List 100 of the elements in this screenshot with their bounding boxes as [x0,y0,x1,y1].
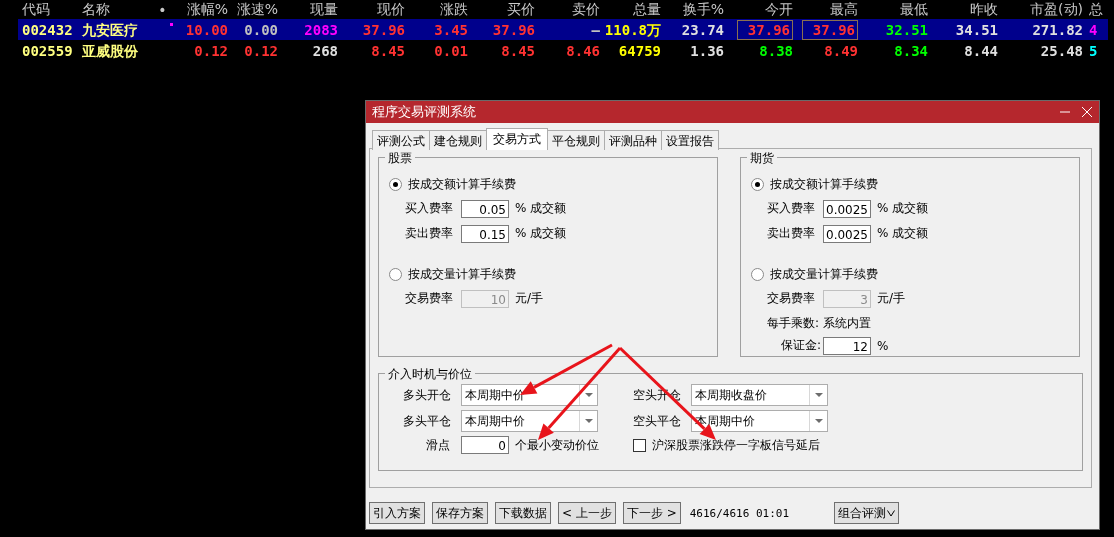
option-label: 按成交量计算手续费 [770,265,878,283]
table-cell: 1.36 [690,42,724,59]
table-cell: 271.82 [1032,21,1083,38]
table-cell: 8.34 [894,42,928,59]
column-header: 总量 [632,0,662,19]
column-header: 市盈(动) [1029,0,1084,19]
field-label: 多头开仓 [403,386,452,404]
tab[interactable]: 评测品种 [604,130,662,150]
tab[interactable]: 平仓规则 [547,130,605,150]
table-cell: 37.96 [492,21,535,38]
column-header: 最低 [899,0,929,19]
table-cell: — [591,21,600,38]
table-cell: 0.01 [434,42,468,59]
checkbox-label: 沪深股票涨跌停一字板信号延后 [652,436,820,454]
column-header: 换手% [681,0,725,19]
unit-label: % 成交额 [515,200,567,217]
table-cell: 002559 [22,42,73,59]
table-cell: 10.00 [185,21,228,38]
table-cell: 34.51 [955,21,998,38]
input-field: 10 [461,289,509,308]
column-header: 代码 [21,0,51,19]
table-cell: 8.45 [371,42,405,59]
column-header: 现量 [309,0,339,19]
input-field[interactable]: 0.0025 [823,224,871,243]
status-text: 4616/4616 01:01 [689,506,790,520]
window-title: 程序交易评测系统 [372,103,476,121]
field-label: 多头平仓 [403,412,452,430]
group-label: 期货 [747,150,777,167]
table-cell: 0.12 [244,42,278,59]
table-cell: 268 [312,42,338,59]
unit-label: % 成交额 [877,200,929,217]
column-header: 涨幅% [185,0,229,19]
unit-label: 元/手 [515,290,544,307]
tab[interactable]: 建仓规则 [429,130,487,150]
table-cell: 5 [1089,42,1098,59]
table-cell: 37.96 [747,21,790,38]
input-field[interactable]: 0 [461,436,509,454]
column-header: 买价 [506,0,536,19]
input-field: 3 [823,289,871,308]
field-label: 交易费率 [405,290,454,307]
column-header: 名称 [81,0,111,19]
dropdown[interactable]: 本周期中价 [461,410,598,432]
table-cell: 37.96 [362,21,405,38]
input-field[interactable]: 0.0025 [823,199,871,218]
button[interactable]: 下载数据 [495,502,551,524]
column-header: • [157,1,168,18]
table-cell: 23.74 [681,21,724,38]
dropdown[interactable]: 本周期收盘价 [691,384,828,406]
table-cell: 64759 [618,42,661,59]
input-field[interactable]: 0.15 [461,224,509,243]
field-label: 保证金: [781,337,823,354]
button[interactable]: 保存方案 [432,502,488,524]
table-cell: 0.00 [244,21,278,38]
unit-label: 个最小变动价位 [515,436,599,454]
field-label: 卖出费率 [767,225,816,242]
table-cell: 110.8万 [604,21,661,38]
option-label: 按成交额计算手续费 [408,175,516,193]
input-field[interactable]: 0.05 [461,199,509,218]
column-header: 昨收 [969,0,999,19]
table-cell: 8.45 [501,42,535,59]
unit-label: 元/手 [877,290,906,307]
column-header: 现价 [376,0,406,19]
option-label: 按成交量计算手续费 [408,265,516,283]
column-header: 最高 [829,0,859,19]
unit-label: % 成交额 [515,225,567,242]
table-row[interactable]: 002432 九安医疗 10.00 0.00 2083 37.96 3.45 37.96 — 110.8万 23.74 37.96 37.96 32.51 34.51 271.82 4 [18,19,1108,40]
option-label: 按成交额计算手续费 [770,175,878,193]
table-cell: 0.12 [194,42,228,59]
tab[interactable]: 设置报告 [661,130,719,150]
table-cell: 九安医疗 [82,21,138,38]
table-row[interactable]: 002559 亚威股份 0.12 0.12 268 8.45 0.01 8.45 8.46 64759 1.36 8.38 8.49 8.34 8.44 25.48 5 [18,40,1108,61]
table-cell: 8.49 [824,42,858,59]
column-header: 涨速% [235,0,279,19]
button[interactable]: 引入方案 [369,502,425,524]
table-cell: 8.46 [566,42,600,59]
column-header: 今开 [764,0,794,19]
input-field[interactable]: 12 [823,336,871,355]
table-cell: 25.48 [1040,42,1083,59]
table-cell: 2083 [304,21,338,38]
tab[interactable]: 评测公式 [372,130,430,150]
table-cell: 4 [1089,21,1098,38]
table-cell: 32.51 [885,21,928,38]
button[interactable]: 下一步 > [622,502,681,524]
column-header: 卖价 [571,0,601,19]
field-label: 交易费率 [767,290,816,307]
tab[interactable]: 交易方式 [486,128,548,150]
table-cell: 37.96 [812,21,855,38]
field-label: 卖出费率 [405,225,454,242]
field-label: 买入费率 [767,200,816,217]
column-header: 涨跌 [439,0,469,19]
field-label: 买入费率 [405,200,454,217]
table-cell: 3.45 [434,21,468,38]
unit-label: % [877,338,889,353]
menu-button[interactable]: 组合评测 [834,502,899,524]
button[interactable]: < 上一步 [558,502,616,524]
table-cell: 8.44 [964,42,998,59]
field-label: 滑点 [426,436,451,454]
column-header: 总 [1088,0,1104,19]
info-text: 每手乘数: 系统内置 [767,316,871,330]
table-cell: 8.38 [759,42,793,59]
